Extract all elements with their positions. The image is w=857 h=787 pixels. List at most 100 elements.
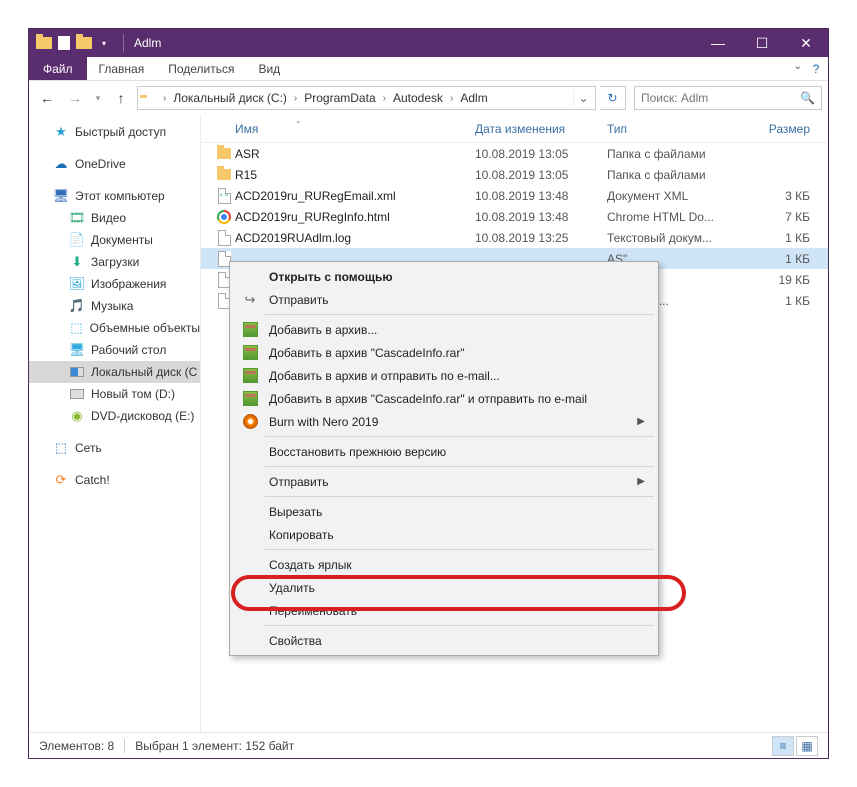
sidebar-item-pictures[interactable]: 🖼Изображения	[29, 273, 200, 295]
status-selection: Выбран 1 элемент: 152 байт	[135, 739, 294, 753]
column-name[interactable]: Имя⌃	[235, 122, 475, 136]
dropdown-icon[interactable]: ▾	[95, 34, 113, 52]
refresh-button[interactable]: ↻	[600, 86, 626, 110]
ctx-nero[interactable]: Burn with Nero 2019▶	[233, 410, 655, 433]
close-button[interactable]: ✕	[784, 29, 828, 57]
ctx-send-to[interactable]: Отправить▶	[233, 470, 655, 493]
address-bar[interactable]: › Локальный диск (C:) › ProgramData › Au…	[137, 86, 596, 110]
cloud-icon: ☁	[53, 156, 69, 172]
sidebar-item-dvd[interactable]: ◉DVD-дисковод (E:)	[29, 405, 200, 427]
sidebar-item-quick-access[interactable]: ★Быстрый доступ	[29, 121, 200, 143]
rar-icon	[241, 367, 259, 385]
file-size: 1 КБ	[739, 294, 828, 308]
ctx-add-cascade[interactable]: Добавить в архив "CascadeInfo.rar"	[233, 341, 655, 364]
sidebar-item-desktop[interactable]: 🖥Рабочий стол	[29, 339, 200, 361]
search-placeholder: Поиск: Adlm	[641, 91, 708, 105]
file-icon	[213, 169, 235, 180]
ctx-add-email[interactable]: Добавить в архив и отправить по e-mail..…	[233, 364, 655, 387]
chevron-right-icon[interactable]: ›	[291, 93, 300, 104]
file-size: 1 КБ	[739, 231, 828, 245]
network-icon: ⬚	[53, 440, 69, 456]
ctx-shortcut[interactable]: Создать ярлык	[233, 553, 655, 576]
nav-tree: ★Быстрый доступ ☁OneDrive 🖥Этот компьюте…	[29, 115, 201, 732]
sort-indicator-icon: ⌃	[295, 120, 302, 129]
table-row[interactable]: R1510.08.2019 13:05Папка с файлами	[201, 164, 828, 185]
back-button[interactable]: ←	[35, 86, 59, 110]
ctx-send[interactable]: ↪Отправить	[233, 288, 655, 311]
disk-icon	[69, 386, 85, 402]
file-size: 7 КБ	[739, 210, 828, 224]
sidebar-item-disk-d[interactable]: Новый том (D:)	[29, 383, 200, 405]
ctx-delete[interactable]: Удалить	[233, 576, 655, 599]
star-icon: ★	[53, 124, 69, 140]
sidebar-item-network[interactable]: ⬚Сеть	[29, 437, 200, 459]
ctx-add-archive[interactable]: Добавить в архив...	[233, 318, 655, 341]
file-tab[interactable]: Файл	[29, 57, 87, 80]
ctx-add-cascade-email[interactable]: Добавить в архив "CascadeInfo.rar" и отп…	[233, 387, 655, 410]
home-tab[interactable]: Главная	[87, 57, 157, 80]
window-title: Adlm	[134, 36, 161, 50]
search-input[interactable]: Поиск: Adlm 🔍	[634, 86, 822, 110]
expand-ribbon-icon[interactable]: ⌄	[794, 61, 802, 72]
titlebar: ▾ Adlm — ☐ ✕	[29, 29, 828, 57]
file-size: 19 КБ	[739, 273, 828, 287]
file-date: 10.08.2019 13:48	[475, 189, 607, 203]
ctx-cut[interactable]: Вырезать	[233, 500, 655, 523]
file-type: Текстовый докум...	[607, 231, 739, 245]
table-row[interactable]: ASR10.08.2019 13:05Папка с файлами	[201, 143, 828, 164]
ribbon-tabs: Файл Главная Поделиться Вид ⌄ ?	[29, 57, 828, 81]
file-date: 10.08.2019 13:05	[475, 147, 607, 161]
file-date: 10.08.2019 13:25	[475, 231, 607, 245]
cube-icon: ⬚	[69, 320, 84, 336]
table-row[interactable]: ACD2019ru_RURegInfo.html10.08.2019 13:48…	[201, 206, 828, 227]
breadcrumb[interactable]: ProgramData	[302, 91, 377, 105]
breadcrumb[interactable]: Autodesk	[391, 91, 445, 105]
file-type: Chrome HTML Do...	[607, 210, 739, 224]
music-icon: 🎵	[69, 298, 85, 314]
file-name: ACD2019ru_RURegInfo.html	[235, 210, 475, 224]
sidebar-item-onedrive[interactable]: ☁OneDrive	[29, 153, 200, 175]
file-icon	[213, 188, 235, 204]
table-row[interactable]: ACD2019RUAdlm.log10.08.2019 13:25Текстов…	[201, 227, 828, 248]
history-dropdown[interactable]: ▾	[91, 86, 105, 110]
check-icon	[55, 34, 73, 52]
file-icon	[213, 210, 235, 224]
view-details-button[interactable]: ≡	[772, 736, 794, 756]
sidebar-item-this-pc[interactable]: 🖥Этот компьютер	[29, 185, 200, 207]
column-type[interactable]: Тип	[607, 122, 739, 136]
address-dropdown[interactable]: ⌄	[573, 91, 593, 105]
file-name: ASR	[235, 147, 475, 161]
sidebar-item-disk-c[interactable]: Локальный диск (C	[29, 361, 200, 383]
chevron-right-icon[interactable]: ›	[380, 93, 389, 104]
view-icons-button[interactable]: ▦	[796, 736, 818, 756]
up-button[interactable]: ↑	[109, 86, 133, 110]
sidebar-item-catch[interactable]: ⟳Catch!	[29, 469, 200, 491]
file-size: 3 КБ	[739, 189, 828, 203]
breadcrumb[interactable]: Adlm	[458, 91, 489, 105]
help-button[interactable]: ?	[804, 57, 828, 80]
breadcrumb[interactable]: Локальный диск (C:)	[171, 91, 289, 105]
minimize-button[interactable]: —	[696, 29, 740, 57]
sidebar-item-videos[interactable]: 🎞Видео	[29, 207, 200, 229]
sidebar-item-downloads[interactable]: ⬇Загрузки	[29, 251, 200, 273]
forward-button[interactable]: →	[63, 86, 87, 110]
share-tab[interactable]: Поделиться	[156, 57, 246, 80]
maximize-button[interactable]: ☐	[740, 29, 784, 57]
sidebar-item-documents[interactable]: 📄Документы	[29, 229, 200, 251]
ctx-copy[interactable]: Копировать	[233, 523, 655, 546]
chevron-right-icon[interactable]: ›	[160, 93, 169, 104]
sidebar-item-music[interactable]: 🎵Музыка	[29, 295, 200, 317]
ctx-properties[interactable]: Свойства	[233, 629, 655, 652]
sidebar-item-3d[interactable]: ⬚Объемные объекты	[29, 317, 200, 339]
ctx-rename[interactable]: Переименовать	[233, 599, 655, 622]
ctx-restore[interactable]: Восстановить прежнюю версию	[233, 440, 655, 463]
view-tab[interactable]: Вид	[246, 57, 292, 80]
image-icon: 🖼	[69, 276, 85, 292]
file-name: ACD2019RUAdlm.log	[235, 231, 475, 245]
column-size[interactable]: Размер	[739, 122, 828, 136]
ctx-open-with[interactable]: Открыть с помощью	[233, 265, 655, 288]
table-row[interactable]: ACD2019ru_RURegEmail.xml10.08.2019 13:48…	[201, 185, 828, 206]
column-date[interactable]: Дата изменения	[475, 122, 607, 136]
chevron-right-icon[interactable]: ›	[447, 93, 456, 104]
file-icon	[213, 148, 235, 159]
